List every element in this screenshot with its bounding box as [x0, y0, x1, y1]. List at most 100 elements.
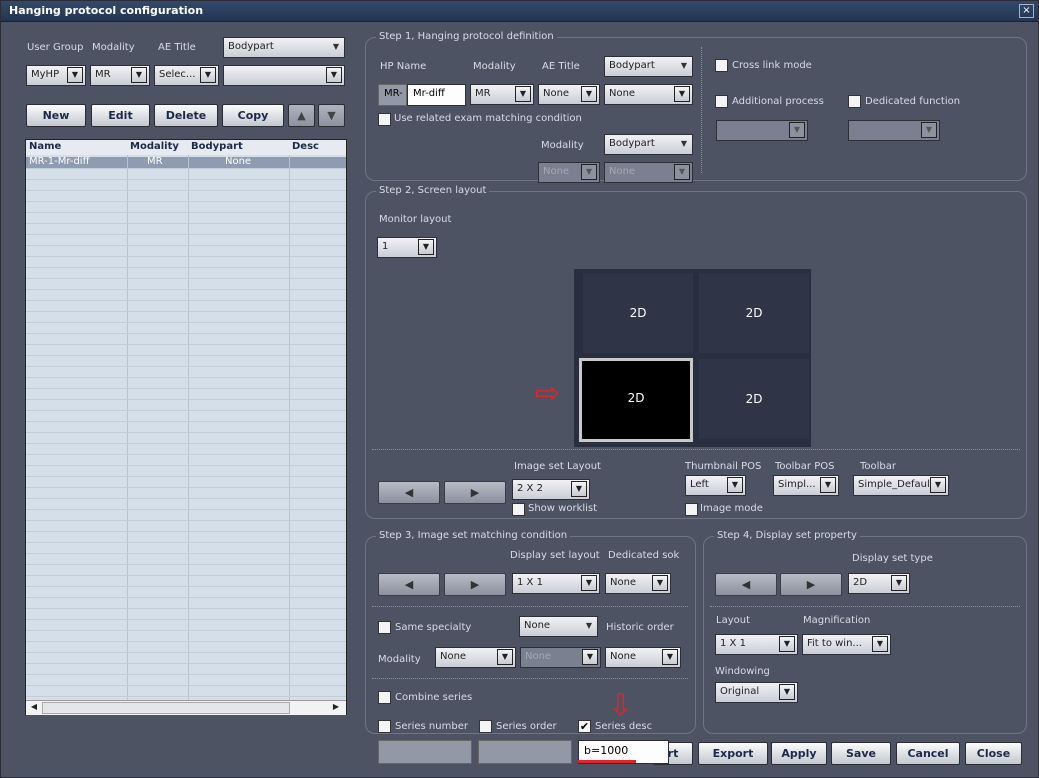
step1-bodypart2-value: None: [609, 166, 636, 177]
bodypart-header-select[interactable]: Bodypart: [223, 37, 345, 58]
move-up-icon[interactable]: ▲: [288, 104, 315, 127]
row-divider: [26, 344, 346, 345]
new-button[interactable]: New: [26, 104, 86, 127]
step4-next-button[interactable]: ▶: [780, 573, 842, 596]
specialty-select[interactable]: None: [519, 616, 598, 637]
row-divider: [26, 190, 346, 191]
dropdown-icon: ▼: [789, 122, 805, 138]
row-divider: [26, 179, 346, 180]
col-name[interactable]: Name: [29, 141, 61, 152]
close-icon[interactable]: ×: [1019, 4, 1034, 18]
cross-link-checkbox[interactable]: [715, 59, 728, 72]
col-bodypart[interactable]: Bodypart: [191, 141, 243, 152]
bottom-field-2: [478, 740, 572, 764]
col-modality[interactable]: Modality: [130, 141, 179, 152]
cancel-button[interactable]: Cancel: [896, 742, 960, 765]
layout-tile-selected[interactable]: 2D: [579, 358, 693, 442]
display-set-layout-select[interactable]: 1 X 1 ▼: [512, 573, 600, 594]
series-desc-checkbox[interactable]: ✔: [578, 720, 591, 733]
apply-button[interactable]: Apply: [771, 742, 827, 765]
thumbnail-pos-select[interactable]: Left ▼: [685, 475, 746, 496]
hp-name-field[interactable]: Mr-diff: [407, 84, 466, 106]
series-order-checkbox[interactable]: [479, 720, 492, 733]
layout-select[interactable]: 1 X 1 ▼: [715, 634, 798, 655]
magnification-label: Magnification: [803, 615, 871, 626]
modality-select[interactable]: MR ▼: [90, 65, 150, 86]
dropdown-icon: ▼: [727, 477, 743, 493]
step1-modality2-select: None ▼: [538, 162, 600, 183]
dropdown-icon: ▼: [67, 67, 83, 83]
monitor-layout-label: Monitor layout: [379, 214, 452, 225]
use-related-checkbox[interactable]: [378, 113, 391, 126]
step4-prev-button[interactable]: ◀: [715, 573, 777, 596]
user-group-label: User Group: [27, 42, 84, 53]
row-divider: [26, 322, 346, 323]
row-divider: [26, 333, 346, 334]
row-divider: [26, 619, 346, 620]
copy-button[interactable]: Copy: [222, 104, 284, 127]
step1-bodypart-header-select[interactable]: Bodypart: [604, 56, 693, 77]
close-button[interactable]: Close: [965, 742, 1022, 765]
step2-next-button[interactable]: ▶: [444, 481, 506, 504]
row-divider: [26, 630, 346, 631]
step1-modality-select[interactable]: MR ▼: [470, 84, 534, 105]
same-specialty-checkbox[interactable]: [378, 621, 391, 634]
row-divider: [26, 234, 346, 235]
user-group-select[interactable]: MyHP ▼: [26, 65, 86, 86]
annotation-underline: [578, 760, 636, 763]
dropdown-icon: ▼: [582, 649, 598, 665]
save-button[interactable]: Save: [831, 742, 891, 765]
step3-modality-select[interactable]: None ▼: [435, 647, 516, 668]
step1-bodypart2-header-select[interactable]: Bodypart: [604, 134, 693, 155]
image-mode-checkbox[interactable]: [685, 503, 698, 516]
row-divider: [26, 311, 346, 312]
step1-ae-title-select[interactable]: None ▼: [538, 84, 600, 105]
scroll-left-icon[interactable]: ◀: [28, 702, 40, 714]
row-divider: [26, 685, 346, 686]
historic-order-label: Historic order: [606, 622, 674, 633]
dedicated-sok-label: Dedicated sok: [608, 550, 680, 561]
table-header: Name Modality Bodypart Desc: [26, 140, 346, 155]
toolbar-pos-select[interactable]: Simpl... ▼: [773, 475, 839, 496]
display-set-type-select[interactable]: 2D ▼: [848, 573, 910, 594]
windowing-select[interactable]: Original ▼: [715, 682, 798, 703]
show-worklist-checkbox[interactable]: [512, 503, 525, 516]
row-divider: [26, 355, 346, 356]
dropdown-icon: ▼: [662, 649, 678, 665]
scroll-thumb[interactable]: [42, 702, 290, 714]
step2-prev-button[interactable]: ◀: [378, 481, 440, 504]
export-button[interactable]: Export: [698, 742, 768, 765]
scroll-right-icon[interactable]: ▶: [330, 702, 342, 714]
additional-process-checkbox[interactable]: [715, 95, 728, 108]
step1-bodypart2-select: None ▼: [604, 162, 693, 183]
step1-bodypart-select[interactable]: None ▼: [604, 84, 693, 105]
edit-button[interactable]: Edit: [91, 104, 150, 127]
step3-prev-button[interactable]: ◀: [378, 573, 440, 596]
window-title: Hanging protocol configuration: [9, 4, 204, 17]
combine-series-checkbox[interactable]: [378, 691, 391, 704]
layout-tile[interactable]: 2D: [583, 273, 693, 353]
horizontal-scrollbar[interactable]: ◀ ▶: [26, 700, 346, 715]
dedicated-select[interactable]: None ▼: [605, 573, 671, 594]
row-divider: [26, 476, 346, 477]
monitor-layout-select[interactable]: 1 ▼: [377, 237, 437, 258]
step3-next-button[interactable]: ▶: [444, 573, 506, 596]
historic-order-select[interactable]: None ▼: [605, 647, 681, 668]
dedicated-function-checkbox[interactable]: [848, 95, 861, 108]
layout-tile[interactable]: 2D: [699, 359, 809, 439]
series-number-checkbox[interactable]: [378, 720, 391, 733]
step1-title: Step 1, Hanging protocol definition: [376, 31, 557, 42]
magnification-select[interactable]: Fit to win... ▼: [802, 634, 891, 655]
image-set-layout-select[interactable]: 2 X 2 ▼: [512, 479, 590, 500]
move-down-icon[interactable]: ▼: [318, 104, 345, 127]
layout-tile[interactable]: 2D: [699, 273, 809, 353]
delete-button[interactable]: Delete: [154, 104, 218, 127]
toolbar-select[interactable]: Simple_Default ▼: [853, 475, 949, 496]
bodypart-select[interactable]: ▼: [223, 65, 345, 86]
table-row[interactable]: MR-1-Mr-diff MR None: [26, 156, 346, 168]
ae-title-select[interactable]: Selec... ▼: [154, 65, 219, 86]
row-divider: [26, 300, 346, 301]
col-desc[interactable]: Desc: [292, 141, 319, 152]
row-divider: [26, 652, 346, 653]
step1-modality-label: Modality: [473, 61, 516, 72]
